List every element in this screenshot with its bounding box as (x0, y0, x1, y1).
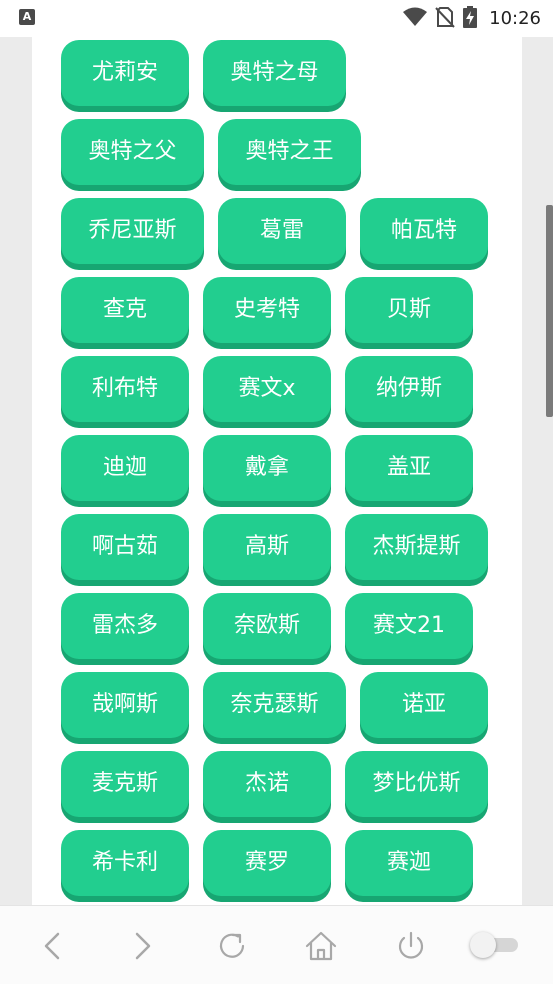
tag-button[interactable]: 诺亚 (360, 672, 488, 738)
tag-list-panel[interactable]: 尤莉安 奥特之母 奥特之父 奥特之王 乔尼亚斯 葛雷 帕瓦特 查克 史考特 贝斯… (32, 37, 522, 905)
tag-button[interactable]: 奥特之父 (61, 119, 204, 185)
forward-button[interactable] (122, 926, 162, 966)
tag-button[interactable]: 奥特之母 (203, 40, 346, 106)
wifi-icon (403, 7, 428, 31)
tag-button[interactable]: 利布特 (61, 356, 189, 422)
back-icon (33, 926, 73, 966)
tag-button[interactable]: 杰斯提斯 (345, 514, 488, 580)
tag-button[interactable]: 杰诺 (203, 751, 331, 817)
tag-button[interactable]: 啊古茹 (61, 514, 189, 580)
power-icon (391, 926, 431, 966)
toggle-knob (470, 932, 496, 958)
refresh-icon (212, 926, 252, 966)
tag-button[interactable]: 高斯 (203, 514, 331, 580)
forward-icon (122, 926, 162, 966)
tag-button[interactable]: 梦比优斯 (345, 751, 488, 817)
app-notification-icon: A (19, 9, 35, 25)
tag-button[interactable]: 乔尼亚斯 (61, 198, 204, 264)
tag-button[interactable]: 尤莉安 (61, 40, 189, 106)
tag-button[interactable]: 帕瓦特 (360, 198, 488, 264)
tag-button[interactable]: 纳伊斯 (345, 356, 473, 422)
refresh-button[interactable] (212, 926, 252, 966)
tag-button[interactable]: 赛文x (203, 356, 331, 422)
tag-button[interactable]: 盖亚 (345, 435, 473, 501)
tag-button[interactable]: 查克 (61, 277, 189, 343)
tag-button[interactable]: 哉啊斯 (61, 672, 189, 738)
tag-button[interactable]: 麦克斯 (61, 751, 189, 817)
home-icon (301, 926, 341, 966)
tag-button[interactable]: 奥特之王 (218, 119, 361, 185)
tag-button[interactable]: 奈欧斯 (203, 593, 331, 659)
toggle-switch[interactable] (470, 932, 520, 958)
status-right: 10:26 (403, 0, 541, 37)
back-button[interactable] (33, 926, 73, 966)
tag-button[interactable]: 赛罗 (203, 830, 331, 896)
tag-button[interactable]: 贝斯 (345, 277, 473, 343)
status-time: 10:26 (489, 8, 541, 29)
tag-button[interactable]: 史考特 (203, 277, 331, 343)
tag-button[interactable]: 希卡利 (61, 830, 189, 896)
tag-button[interactable]: 戴拿 (203, 435, 331, 501)
tag-button[interactable]: 迪迦 (61, 435, 189, 501)
tag-button[interactable]: 葛雷 (218, 198, 346, 264)
scrollbar[interactable] (546, 205, 553, 417)
tag-button[interactable]: 雷杰多 (61, 593, 189, 659)
home-button[interactable] (301, 926, 341, 966)
battery-charging-icon (463, 5, 478, 32)
power-button[interactable] (391, 926, 431, 966)
tag-button[interactable]: 赛迦 (345, 830, 473, 896)
tag-button[interactable]: 赛文21 (345, 593, 473, 659)
status-bar: A 10:26 (0, 0, 553, 37)
no-sim-icon (435, 6, 455, 32)
tag-button[interactable]: 奈克瑟斯 (203, 672, 346, 738)
